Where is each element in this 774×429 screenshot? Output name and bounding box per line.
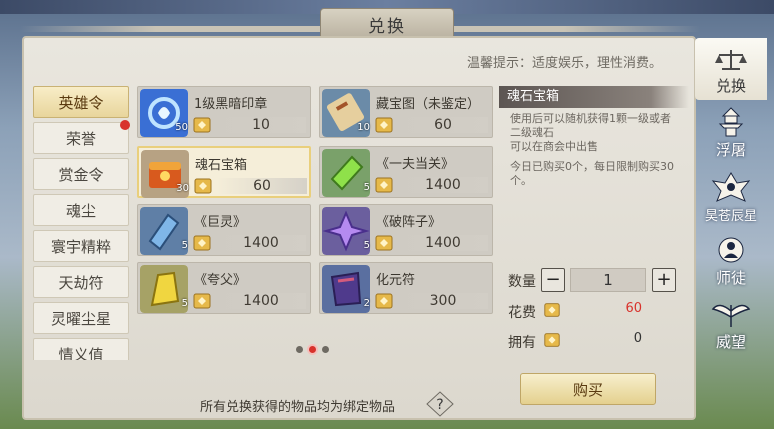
help-icon[interactable]: ? — [425, 390, 455, 418]
owned-label: 拥有 — [508, 335, 536, 351]
item-grid: 50 1级黑暗印章 10 10 藏宝图（未鉴定） 60 30 魂石宝箱 60 5… — [137, 86, 495, 318]
page-indicator[interactable] — [296, 346, 329, 353]
category-stardust[interactable]: 灵曜尘星 — [33, 302, 129, 334]
item-quantity: 5 — [363, 182, 370, 193]
pagoda-icon — [718, 107, 744, 137]
tip-text: 温馨提示：适度娱乐，理性消费。 — [467, 56, 663, 71]
detail-limit: 今日已购买0个，每日限制购买30个。 — [510, 160, 674, 187]
item-quantity: 2 — [363, 298, 370, 309]
star-emblem-icon — [711, 172, 751, 202]
page-dot[interactable] — [322, 346, 329, 353]
quantity-input[interactable]: 1 — [570, 268, 646, 292]
item-quantity: 5 — [181, 298, 188, 309]
tab-pagoda[interactable]: 浮屠 — [695, 102, 767, 164]
item-name: 《夸父》 — [194, 273, 247, 288]
tab-label: 威望 — [715, 333, 746, 351]
tab-mentor[interactable]: 师徒 — [695, 230, 767, 292]
cost-value: 60 — [625, 301, 642, 316]
wings-icon — [711, 304, 751, 327]
tab-prestige[interactable]: 威望 — [695, 294, 767, 356]
shop-item-selected[interactable]: 30 魂石宝箱 60 — [137, 146, 311, 198]
tab-exchange[interactable]: 兑换 — [695, 38, 767, 100]
item-price: 1400 — [398, 177, 488, 193]
hero-token-icon — [375, 235, 393, 251]
tab-label: 昊苍辰星 — [704, 209, 757, 224]
category-friendship[interactable]: 情义值 — [33, 338, 129, 360]
item-name: 《破阵子》 — [376, 215, 442, 230]
hero-token-icon — [193, 235, 211, 251]
item-price: 10 — [216, 117, 306, 133]
shop-item[interactable]: 10 藏宝图（未鉴定） 60 — [319, 86, 493, 138]
item-price: 1400 — [216, 235, 306, 251]
item-price: 1400 — [398, 235, 488, 251]
tab-label: 兑换 — [715, 77, 746, 95]
item-name: 1级黑暗印章 — [194, 97, 268, 112]
notification-dot — [120, 120, 130, 130]
hero-token-icon — [193, 117, 211, 133]
item-name: 魂石宝箱 — [195, 158, 248, 173]
item-price: 1400 — [216, 293, 306, 309]
category-soul-dust[interactable]: 魂尘 — [33, 194, 129, 226]
hero-token-icon — [375, 177, 393, 193]
item-name: 藏宝图（未鉴定） — [376, 97, 481, 112]
hero-token-icon — [194, 178, 212, 194]
svg-text:?: ? — [436, 397, 443, 413]
shop-item[interactable]: 5 《一夫当关》 1400 — [319, 146, 493, 198]
shop-item[interactable]: 2 化元符 300 — [319, 262, 493, 314]
hero-token-icon — [193, 293, 211, 309]
cost-label: 花费 — [508, 305, 536, 321]
shop-item[interactable]: 5 《夸父》 1400 — [137, 262, 311, 314]
item-name: 《一夫当关》 — [376, 157, 455, 172]
tab-star[interactable]: 昊苍辰星 — [695, 166, 767, 228]
hero-token-icon — [375, 293, 393, 309]
page-dot[interactable] — [296, 346, 303, 353]
item-price: 60 — [217, 178, 307, 194]
mentor-icon — [718, 237, 744, 263]
shop-item[interactable]: 5 《破阵子》 1400 — [319, 204, 493, 256]
category-bounty-token[interactable]: 赏金令 — [33, 158, 129, 190]
hero-token-icon — [375, 117, 393, 133]
category-calamity-talisman[interactable]: 天劫符 — [33, 266, 129, 298]
item-quantity: 10 — [357, 122, 370, 133]
item-name: 《巨灵》 — [194, 215, 247, 230]
minus-button[interactable]: − — [541, 268, 565, 292]
item-name: 化元符 — [376, 273, 416, 288]
category-list[interactable]: 英雄令 荣誉 赏金令 魂尘 寰宇精粹 天劫符 灵曜尘星 情义值 — [33, 86, 131, 360]
page-dot-active[interactable] — [309, 346, 316, 353]
buy-button[interactable]: 购买 — [520, 373, 656, 405]
footer-note: 所有兑换获得的物品均为绑定物品 — [200, 400, 396, 415]
scales-icon — [715, 50, 747, 70]
item-price: 300 — [398, 293, 488, 309]
category-universe-essence[interactable]: 寰宇精粹 — [33, 230, 129, 262]
quantity-label: 数量 — [508, 274, 536, 290]
owned-value: 0 — [633, 331, 642, 346]
tab-label: 师徒 — [715, 269, 746, 287]
tab-label: 浮屠 — [715, 141, 746, 159]
detail-title: 魂石宝箱 — [499, 86, 689, 108]
category-hero-token[interactable]: 英雄令 — [33, 86, 129, 118]
item-quantity: 50 — [175, 122, 188, 133]
detail-description: 使用后可以随机获得1颗一级或者二级魂石 可以在商会中出售 — [510, 112, 671, 153]
item-quantity: 30 — [176, 183, 189, 194]
category-honor[interactable]: 荣誉 — [33, 122, 129, 154]
item-price: 60 — [398, 117, 488, 133]
item-quantity: 5 — [181, 240, 188, 251]
shop-item[interactable]: 50 1级黑暗印章 10 — [137, 86, 311, 138]
shop-item[interactable]: 5 《巨灵》 1400 — [137, 204, 311, 256]
plus-button[interactable]: + — [652, 268, 676, 292]
side-tabs: 兑换 浮屠 昊苍辰星 师徒 威望 — [695, 38, 767, 418]
item-quantity: 5 — [363, 240, 370, 251]
